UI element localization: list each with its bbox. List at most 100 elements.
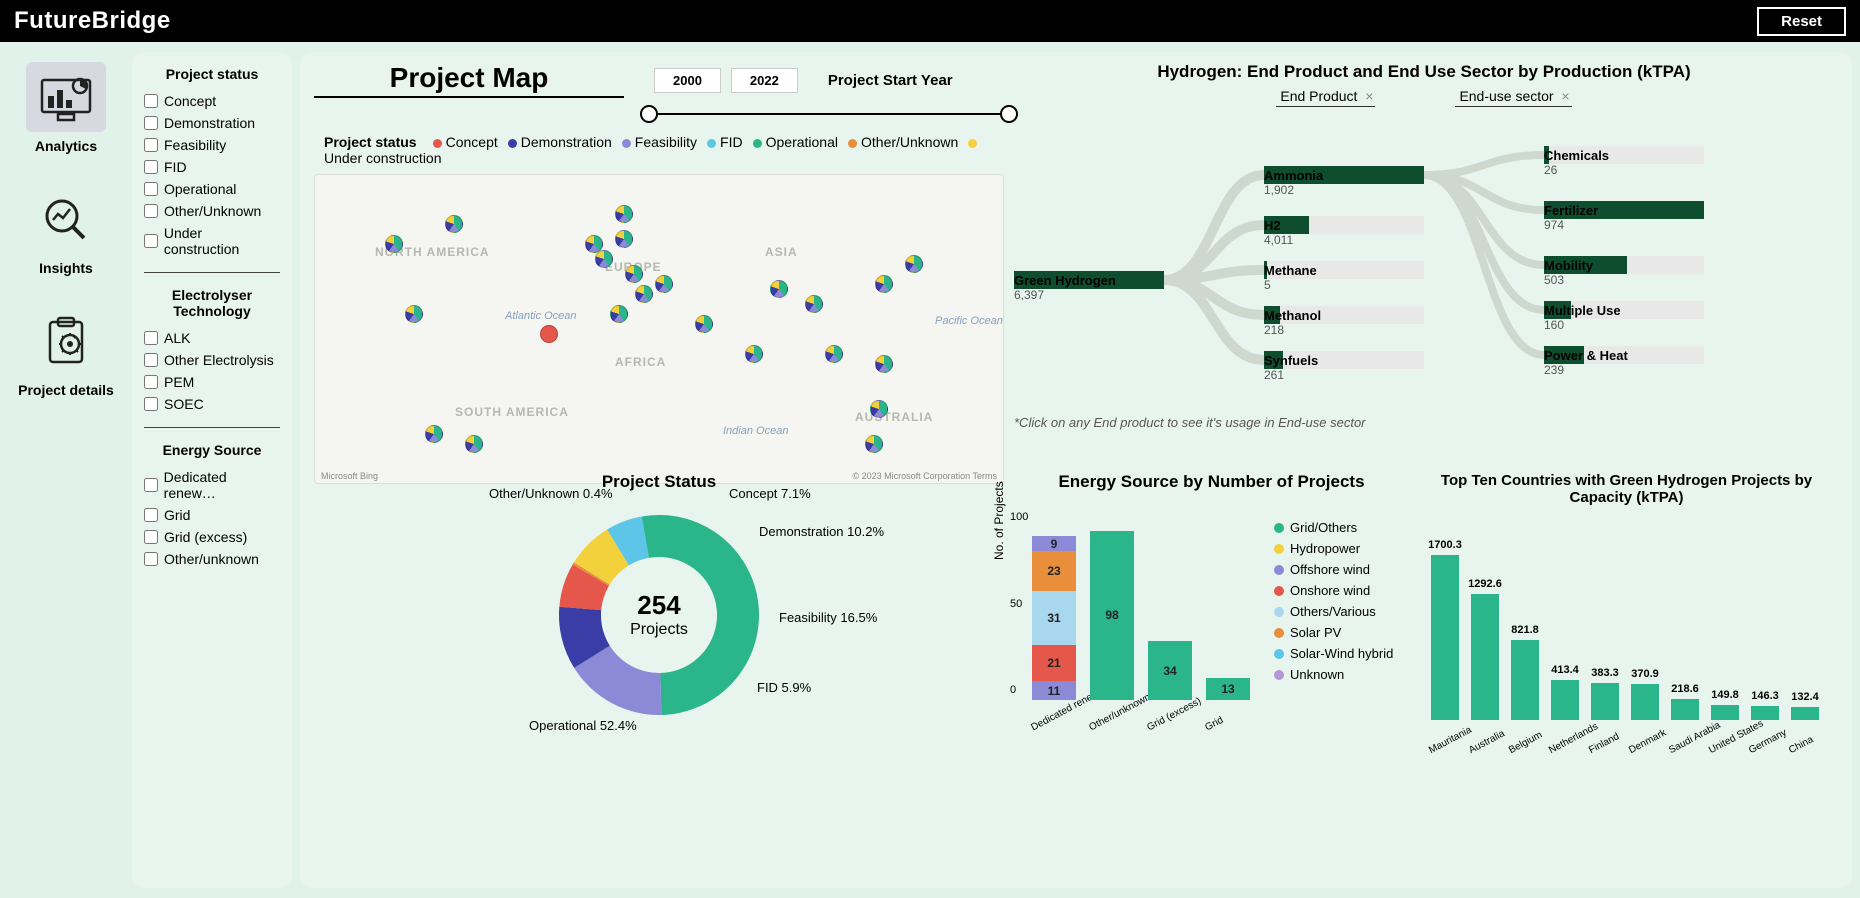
filter-option[interactable]: SOEC	[144, 393, 280, 415]
slider-knob-start[interactable]	[640, 105, 658, 123]
filter-title: Project status	[144, 66, 280, 82]
filter-option[interactable]: PEM	[144, 371, 280, 393]
country-bar[interactable]	[1511, 640, 1539, 720]
countries-chart[interactable]: 1700.3Mauritania1292.6Australia821.8Belg…	[1419, 514, 1834, 754]
energy-card: Energy Source by Number of Projects No. …	[1014, 472, 1409, 878]
sankey-head-use[interactable]: End-use sector	[1455, 88, 1571, 107]
nav-item-insights[interactable]: Insights	[8, 184, 124, 276]
map-marker[interactable]	[875, 355, 893, 373]
checkbox[interactable]	[144, 182, 158, 196]
project-map-card: Project Map 2000 2022 Project Start Year…	[314, 62, 1004, 462]
map-marker[interactable]	[905, 255, 923, 273]
filter-option[interactable]: ALK	[144, 327, 280, 349]
sankey-chart[interactable]: Green Hydrogen6,397 Ammonia1,902 H24,011 Me…	[1014, 121, 1834, 411]
filter-option[interactable]: Concept	[144, 90, 280, 112]
donut-card: Project Status 254 Projects Other/Unknow…	[314, 472, 1004, 878]
checkbox[interactable]	[144, 530, 158, 544]
sankey-node[interactable]: Fertilizer974	[1544, 203, 1598, 232]
checkbox[interactable]	[144, 353, 158, 367]
map-marker[interactable]	[405, 305, 423, 323]
filter-option[interactable]: Feasibility	[144, 134, 280, 156]
country-bar[interactable]	[1431, 555, 1459, 720]
country-bar[interactable]	[1671, 699, 1699, 720]
checkbox[interactable]	[144, 160, 158, 174]
energy-bar[interactable]: 98	[1090, 531, 1134, 700]
donut-label: Other/Unknown 0.4%	[489, 486, 613, 501]
nav-item-project-details[interactable]: Project details	[8, 306, 124, 398]
country-bar[interactable]	[1791, 707, 1819, 720]
country-bar[interactable]	[1551, 680, 1579, 720]
sankey-node[interactable]: Chemicals26	[1544, 148, 1609, 177]
sankey-node[interactable]: Power & Heat239	[1544, 348, 1628, 377]
country-bar[interactable]	[1591, 683, 1619, 720]
map-marker[interactable]	[745, 345, 763, 363]
map-marker[interactable]	[540, 325, 558, 343]
sankey-node[interactable]: Methanol218	[1264, 308, 1321, 337]
checkbox[interactable]	[144, 116, 158, 130]
filter-option[interactable]: FID	[144, 156, 280, 178]
checkbox[interactable]	[144, 94, 158, 108]
checkbox[interactable]	[144, 138, 158, 152]
energy-bar[interactable]: 34	[1148, 641, 1192, 700]
sankey-node[interactable]: Mobility503	[1544, 258, 1593, 287]
checkbox[interactable]	[144, 331, 158, 345]
checkbox[interactable]	[144, 204, 158, 218]
map-marker[interactable]	[870, 400, 888, 418]
sankey-node[interactable]: Synfuels261	[1264, 353, 1318, 382]
filter-option[interactable]: Demonstration	[144, 112, 280, 134]
world-map[interactable]: Microsoft Bing © 2023 Microsoft Corporat…	[314, 174, 1004, 484]
map-marker[interactable]	[825, 345, 843, 363]
sankey-node[interactable]: Multiple Use160	[1544, 303, 1621, 332]
nav-item-analytics[interactable]: Analytics	[8, 62, 124, 154]
country-bar[interactable]	[1711, 705, 1739, 720]
map-marker[interactable]	[615, 230, 633, 248]
energy-bar[interactable]: 923312111	[1032, 536, 1076, 700]
map-marker[interactable]	[385, 235, 403, 253]
filter-option[interactable]: Dedicated renew…	[144, 466, 280, 504]
checkbox[interactable]	[144, 234, 158, 248]
map-marker[interactable]	[805, 295, 823, 313]
filter-option[interactable]: Other/unknown	[144, 548, 280, 570]
filter-option[interactable]: Under construction	[144, 222, 280, 260]
map-marker[interactable]	[770, 280, 788, 298]
filter-option[interactable]: Other Electrolysis	[144, 349, 280, 371]
map-marker[interactable]	[465, 435, 483, 453]
map-marker[interactable]	[445, 215, 463, 233]
checkbox[interactable]	[144, 508, 158, 522]
year-to-box[interactable]: 2022	[731, 68, 798, 93]
sankey-node[interactable]: Green Hydrogen6,397	[1014, 273, 1116, 302]
country-bar[interactable]	[1631, 684, 1659, 720]
map-marker[interactable]	[635, 285, 653, 303]
map-marker[interactable]	[655, 275, 673, 293]
country-bar[interactable]	[1751, 706, 1779, 720]
filter-option[interactable]: Grid (excess)	[144, 526, 280, 548]
map-marker[interactable]	[615, 205, 633, 223]
filter-option[interactable]: Other/Unknown	[144, 200, 280, 222]
year-slider[interactable]	[644, 102, 1014, 126]
map-marker[interactable]	[595, 250, 613, 268]
sankey-head-product[interactable]: End Product	[1276, 88, 1375, 107]
reset-button[interactable]: Reset	[1757, 7, 1846, 36]
map-marker[interactable]	[610, 305, 628, 323]
checkbox[interactable]	[144, 552, 158, 566]
sankey-node[interactable]: Methane5	[1264, 263, 1317, 292]
energy-chart[interactable]: No. of Projects 050100923312111Dedicated…	[1014, 500, 1264, 730]
energy-title: Energy Source by Number of Projects	[1014, 472, 1409, 492]
year-from-box[interactable]: 2000	[654, 68, 721, 93]
map-marker[interactable]	[625, 265, 643, 283]
country-bar[interactable]	[1471, 594, 1499, 720]
map-marker[interactable]	[865, 435, 883, 453]
map-marker[interactable]	[875, 275, 893, 293]
map-marker[interactable]	[695, 315, 713, 333]
sankey-node[interactable]: Ammonia1,902	[1264, 168, 1323, 197]
energy-bar[interactable]: 13	[1206, 678, 1250, 700]
donut-chart[interactable]: 254 Projects Other/Unknown 0.4%Concept 7…	[519, 500, 799, 740]
checkbox[interactable]	[144, 478, 158, 492]
filter-option[interactable]: Grid	[144, 504, 280, 526]
checkbox[interactable]	[144, 375, 158, 389]
sankey-node[interactable]: H24,011	[1264, 218, 1293, 247]
legend-item: Offshore wind	[1274, 562, 1393, 577]
filter-option[interactable]: Operational	[144, 178, 280, 200]
checkbox[interactable]	[144, 397, 158, 411]
map-marker[interactable]	[425, 425, 443, 443]
